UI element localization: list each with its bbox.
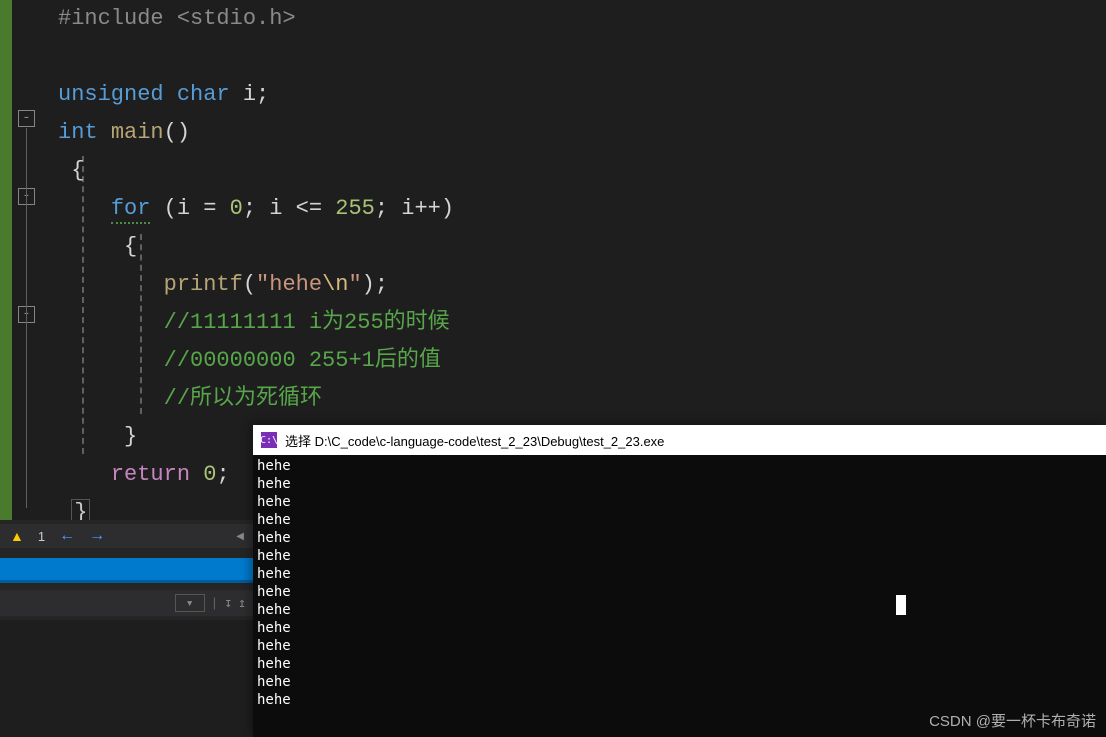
nav-dot-icon: ◀ (236, 531, 244, 542)
error-highlight-underline (0, 580, 254, 583)
console-line: hehe (257, 475, 1102, 493)
console-output[interactable]: hehe hehe hehe hehe hehe hehe hehe hehe … (253, 455, 1106, 711)
console-line: hehe (257, 673, 1102, 691)
watch-toolbar[interactable]: ▾ | ↧ ↥ (0, 590, 254, 616)
line-decl: unsigned char i; (0, 76, 1106, 114)
line-for: for (i = 0; i <= 255; i++) (0, 190, 1106, 228)
warning-count: 1 (38, 529, 45, 544)
line-blank (0, 38, 1106, 76)
context-dropdown[interactable]: ▾ (175, 594, 205, 612)
console-line: hehe (257, 655, 1102, 673)
console-line: hehe (257, 601, 1102, 619)
warning-icon: ▲ (10, 528, 24, 544)
error-bar[interactable]: ▲ 1 ← → ◀ (0, 524, 254, 548)
line-include: #include <stdio.h> (0, 0, 1106, 38)
console-line: hehe (257, 457, 1102, 475)
console-line: hehe (257, 529, 1102, 547)
cmd-icon: C:\ (261, 432, 277, 448)
console-line: hehe (257, 637, 1102, 655)
console-line: hehe (257, 619, 1102, 637)
line-comment-2: //00000000 255+1后的值 (0, 342, 1106, 380)
text-cursor (896, 595, 906, 615)
console-line: hehe (257, 493, 1102, 511)
line-for-open: { (0, 228, 1106, 266)
console-line: hehe (257, 511, 1102, 529)
separator: | (211, 596, 219, 611)
line-printf: printf("hehe\n"); (0, 266, 1106, 304)
line-open-brace: { (0, 152, 1106, 190)
console-line: hehe (257, 547, 1102, 565)
step-in-icon[interactable]: ↧ (224, 596, 232, 611)
error-highlight-row[interactable] (0, 558, 254, 580)
console-line: hehe (257, 583, 1102, 601)
console-titlebar[interactable]: C:\ 选择 D:\C_code\c-language-code\test_2_… (253, 425, 1106, 455)
watermark: CSDN @要一杯卡布奇诺 (929, 710, 1096, 731)
console-line: hehe (257, 565, 1102, 583)
nav-back-icon[interactable]: ← (59, 527, 75, 545)
step-out-icon[interactable]: ↥ (238, 596, 246, 611)
nav-forward-icon[interactable]: → (89, 527, 105, 545)
console-title: 选择 D:\C_code\c-language-code\test_2_23\D… (285, 431, 664, 450)
line-comment-3: //所以为死循环 (0, 380, 1106, 418)
line-main: int main() (0, 114, 1106, 152)
console-line: hehe (257, 691, 1102, 709)
console-window[interactable]: C:\ 选择 D:\C_code\c-language-code\test_2_… (253, 425, 1106, 737)
line-comment-1: //11111111 i为255的时候 (0, 304, 1106, 342)
